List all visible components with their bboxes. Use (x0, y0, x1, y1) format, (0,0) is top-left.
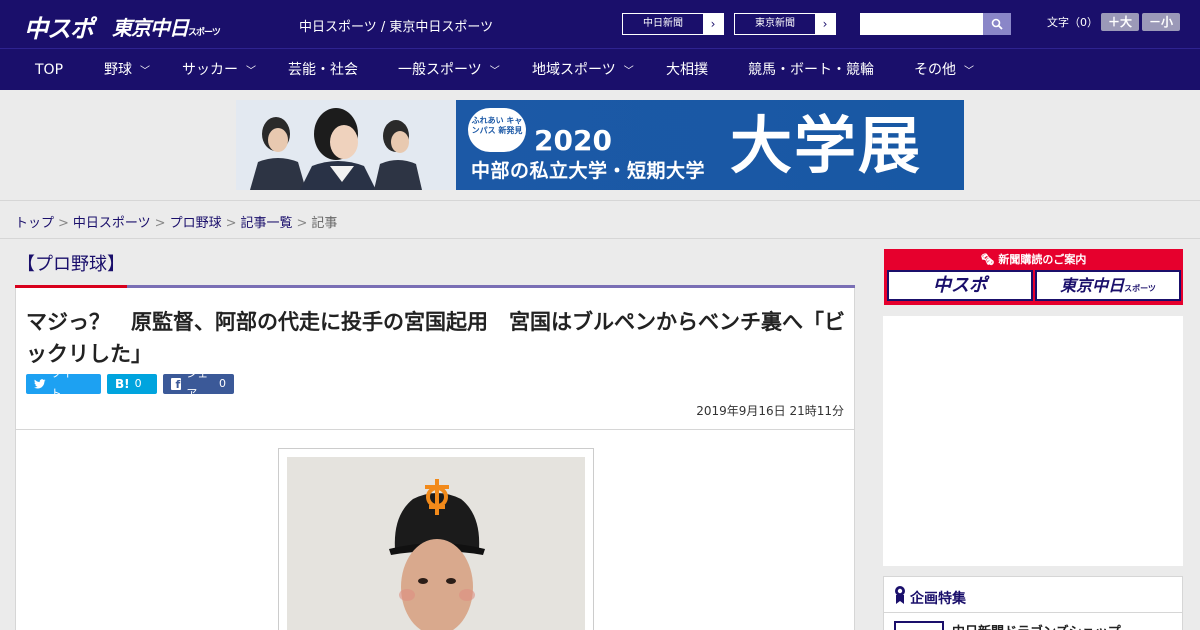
nav-item-entertainment[interactable]: 芸能・社会 (288, 49, 358, 91)
subscribe-chuspo-link[interactable]: 中スポ (887, 270, 1033, 301)
main-nav: TOP 野球 ﹀ サッカー ﹀ 芸能・社会 一般スポーツ ﹀ 地域スポーツ ﹀ 大相撲 … (0, 48, 1200, 90)
search-input[interactable] (860, 13, 983, 35)
subscription-promo: 🗞 新聞購読のご案内 中スポ 東京中日スポーツ (884, 249, 1183, 305)
promo-link-label: 東京中日 (1060, 276, 1125, 295)
breadcrumb-separator: > (154, 216, 166, 231)
nav-label: 野球 (104, 62, 132, 78)
nav-item-sumo[interactable]: 大相撲 (666, 49, 708, 91)
campus-badge: ふれあい キャンパス 新発見 (468, 108, 526, 152)
facebook-share-count: 0 (219, 377, 226, 390)
nav-label: 芸能・社会 (288, 62, 358, 78)
breadcrumb-separator: > (225, 216, 237, 231)
chevron-down-icon: ﹀ (623, 66, 634, 77)
article-date: 2019年9月16日 21時11分 (696, 404, 844, 418)
article-photo-frame (278, 448, 594, 630)
font-larger-button[interactable]: ＋大 (1101, 13, 1139, 31)
chunichi-shimbun-link[interactable]: 中日新聞 › (622, 13, 724, 35)
category-title: 【プロ野球】 (17, 254, 125, 275)
promo-link-small: スポーツ (1124, 284, 1156, 293)
feature-section: 企画特集 中日新聞ドラゴンズショップ (883, 576, 1183, 630)
top-header: 中スポ 東京中日スポーツ 中日スポーツ / 東京中日スポーツ 中日新聞 › 東京… (0, 0, 1200, 48)
facebook-icon: f (171, 378, 182, 391)
nav-label: 地域スポーツ (532, 62, 616, 78)
subscription-promo-label: 新聞購読のご案内 (998, 253, 1087, 266)
tweet-button[interactable]: ツイート (26, 367, 101, 400)
nav-item-soccer[interactable]: サッカー ﹀ (182, 49, 256, 91)
font-size-label: 文字（0） (1047, 16, 1098, 29)
hatena-bookmark-button[interactable]: B! 0 (107, 374, 157, 394)
banner-year: 2020 (534, 124, 612, 157)
breadcrumb-bar: トップ > 中日スポーツ > プロ野球 > 記事一覧 > 記事 (0, 200, 1200, 239)
search-button[interactable] (983, 13, 1011, 35)
chevron-down-icon: ﹀ (140, 66, 150, 77)
subscription-promo-title: 🗞 新聞購読のご案内 (884, 251, 1183, 267)
dragons-shop-thumbnail[interactable] (894, 621, 944, 630)
player-portrait-photo[interactable] (287, 457, 585, 630)
breadcrumb-link-pro-baseball[interactable]: プロ野球 (170, 216, 222, 231)
banner-headline: 大学展 (730, 109, 923, 182)
breadcrumb-link-chunichi-sports[interactable]: 中日スポーツ (73, 216, 151, 231)
nav-item-general-sports[interactable]: 一般スポーツ ﹀ (398, 49, 500, 91)
chevron-down-icon: ﹀ (246, 66, 256, 77)
tokyo-chunichi-logo[interactable]: 東京中日スポーツ (112, 12, 221, 41)
nav-label: 競馬・ボート・競輪 (748, 62, 874, 78)
paper-link-label: 中日新聞 (623, 14, 703, 34)
chevron-down-icon: ﹀ (489, 66, 500, 77)
facebook-share-label: シェア (186, 367, 209, 400)
feature-item-dragons-shop[interactable]: 中日新聞ドラゴンズショップ (952, 621, 1121, 630)
nav-label: その他 (914, 62, 956, 78)
nav-item-other[interactable]: その他 ﹀ (914, 49, 974, 91)
subscribe-tokyo-chunichi-link[interactable]: 東京中日スポーツ (1035, 270, 1181, 301)
breadcrumb-current: 記事 (311, 216, 338, 231)
feature-title: 企画特集 (910, 591, 966, 607)
site-name[interactable]: 中日スポーツ / 東京中日スポーツ (299, 16, 493, 35)
font-smaller-button[interactable]: －小 (1142, 13, 1180, 31)
breadcrumb-separator: > (296, 216, 308, 231)
banner-subtitle: 中部の私立大学・短期大学 (471, 160, 706, 182)
hatena-count: 0 (134, 377, 142, 390)
nav-item-top[interactable]: TOP (35, 49, 63, 91)
nav-item-racing[interactable]: 競馬・ボート・競輪 (748, 49, 874, 91)
chevron-right-icon: › (710, 17, 716, 31)
nav-label: 一般スポーツ (398, 62, 482, 78)
breadcrumb-link-top[interactable]: トップ (15, 216, 54, 231)
search-icon (991, 18, 1003, 30)
chuspo-logo[interactable]: 中スポ (24, 9, 94, 44)
nav-label: 大相撲 (666, 62, 708, 78)
article-headline: マジっ？ 原監督、阿部の代走に投手の宮国起用 宮国はブルペンからベンチ裏へ「ビッ… (26, 310, 845, 366)
students-illustration (236, 100, 456, 190)
tokyo-logo-text: 東京中日 (112, 16, 189, 40)
chevron-right-icon: › (822, 17, 828, 31)
facebook-share-button[interactable]: f シェア 0 (163, 367, 234, 400)
paper-link-label: 東京新聞 (735, 14, 815, 34)
twitter-bird-icon (34, 379, 46, 389)
breadcrumb: トップ > 中日スポーツ > プロ野球 > 記事一覧 > 記事 (15, 212, 337, 231)
ribbon-icon (895, 586, 905, 604)
feature-divider (884, 612, 1182, 613)
newspaper-icon: 🗞 (980, 253, 999, 266)
nav-item-baseball[interactable]: 野球 ﹀ (104, 49, 150, 91)
breadcrumb-link-article-list[interactable]: 記事一覧 (241, 216, 293, 231)
breadcrumb-separator: > (58, 216, 69, 231)
chevron-down-icon: ﹀ (964, 66, 974, 77)
article-card: マジっ？ 原監督、阿部の代走に投手の宮国起用 宮国はブルペンからベンチ裏へ「ビッ… (15, 288, 855, 630)
nav-item-local-sports[interactable]: 地域スポーツ ﹀ (532, 49, 634, 91)
nav-label: サッカー (182, 62, 238, 78)
tokyo-logo-small: スポーツ (188, 28, 221, 38)
article-divider (16, 429, 854, 430)
tweet-label: ツイート (50, 367, 84, 400)
tokyo-shimbun-link[interactable]: 東京新聞 › (734, 13, 836, 35)
sidebar-ad-slot[interactable] (883, 316, 1183, 566)
university-fair-banner[interactable]: ふれあい キャンパス 新発見 2020 中部の私立大学・短期大学 大学展 (236, 100, 964, 190)
hatena-icon: B! (115, 377, 130, 391)
promo-link-label: 中スポ (933, 275, 987, 296)
nav-label: TOP (35, 62, 64, 78)
